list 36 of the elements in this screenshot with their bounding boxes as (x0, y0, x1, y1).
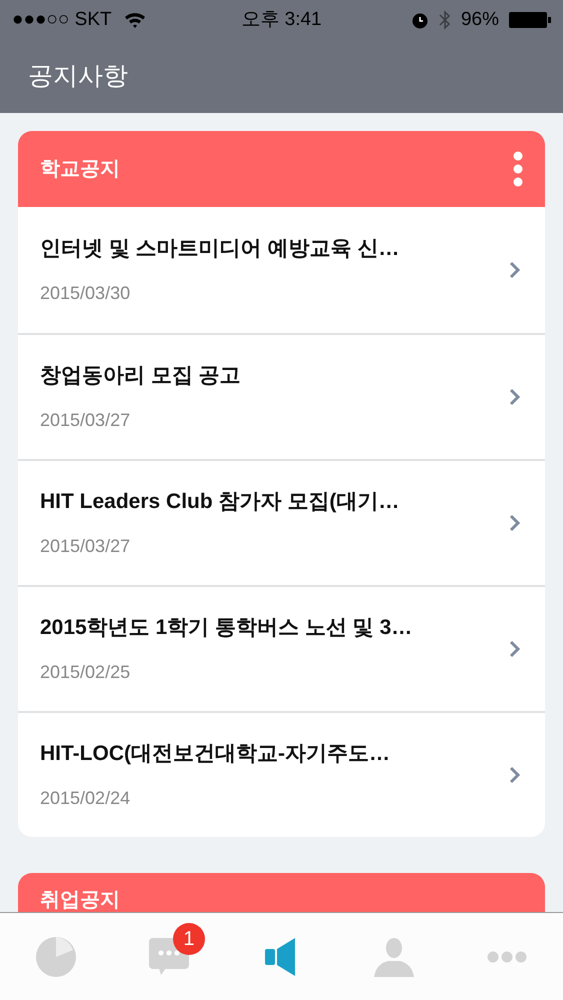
notice-date: 2015/02/25 (40, 661, 132, 684)
battery-icon (509, 12, 551, 28)
chevron-right-icon (509, 388, 521, 406)
clock-text: 오후 3:41 (241, 8, 322, 32)
notification-badge: 1 (172, 922, 205, 954)
notice-title: HIT Leaders Club 참가자 모집(대기… (40, 488, 400, 515)
notice-date: 2015/03/27 (40, 535, 132, 558)
bluetooth-icon (438, 10, 451, 30)
notice-title: HIT-LOC(대전보건대학교-자기주도… (40, 740, 391, 767)
notice-row[interactable]: 창업동아리 모집 공고 2015/03/27 (18, 333, 545, 459)
notice-row[interactable]: 2015학년도 1학기 통학버스 노선 및 3… 2015/02/25 (18, 585, 545, 711)
alarm-icon (410, 11, 429, 29)
chevron-right-icon (509, 514, 521, 532)
pie-chart-icon (35, 936, 78, 978)
chevron-right-icon (509, 640, 521, 658)
more-icon (486, 950, 527, 962)
more-vertical-icon[interactable] (513, 151, 523, 187)
card-title: 학교공지 (40, 157, 120, 182)
notice-date: 2015/03/30 (40, 282, 132, 306)
page-title: 공지사항 (28, 60, 128, 92)
chevron-right-icon (509, 766, 521, 784)
notice-row[interactable]: HIT Leaders Club 참가자 모집(대기… 2015/03/27 (18, 459, 545, 585)
carrier-text: ●●●○○ SKT (12, 8, 112, 32)
notice-title: 창업동아리 모집 공고 (40, 362, 242, 389)
notice-row[interactable]: HIT-LOC(대전보건대학교-자기주도… 2015/02/24 (18, 711, 545, 837)
card-title: 취업공지 (40, 888, 120, 913)
notice-row[interactable]: 인터넷 및 스마트미디어 예방교육 신… 2015/03/30 (18, 207, 545, 333)
notice-date: 2015/03/27 (40, 409, 132, 432)
notice-title: 2015학년도 1학기 통학버스 노선 및 3… (40, 614, 414, 641)
person-icon (374, 936, 414, 976)
speaker-icon (265, 938, 298, 976)
chevron-right-icon (509, 261, 521, 279)
notice-title: 인터넷 및 스마트미디어 예방교육 신… (40, 236, 400, 262)
battery-percent-text: 96% (460, 8, 499, 32)
notice-date: 2015/02/24 (40, 787, 132, 810)
wifi-icon (124, 12, 146, 28)
